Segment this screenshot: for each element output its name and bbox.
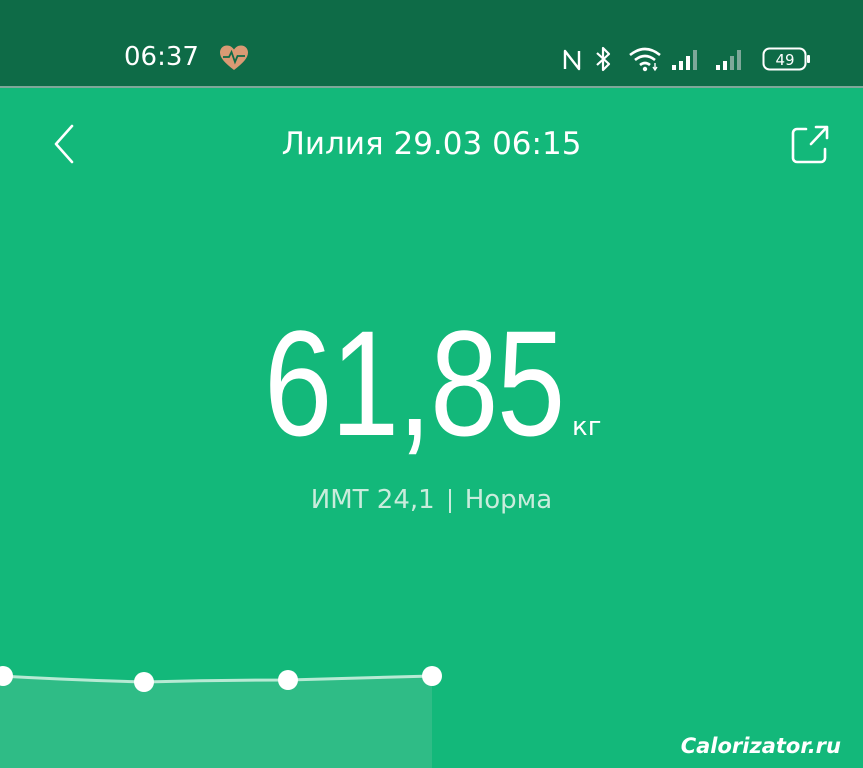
wifi-icon [629, 47, 661, 72]
watermark: Calorizator.ru [680, 734, 841, 758]
bmi-row: ИМТ 24,1 Норма [0, 485, 863, 515]
divider [448, 488, 451, 513]
bmi-status: Норма [464, 485, 553, 515]
status-bar: 06:37 49 [0, 0, 863, 88]
nfc-icon [563, 49, 581, 71]
signal-icon [716, 50, 741, 70]
weight-value: 61,85 [264, 299, 565, 467]
bmi-value: ИМТ 24,1 [310, 485, 435, 515]
status-time: 06:37 [124, 42, 199, 72]
header: Лилия 29.03 06:15 [0, 88, 863, 198]
share-button[interactable] [788, 122, 832, 166]
signal-icon [672, 50, 697, 70]
battery-level: 49 [775, 51, 795, 69]
bluetooth-icon [596, 46, 611, 72]
weight-unit: кг [572, 412, 602, 442]
trend-point[interactable] [134, 672, 154, 692]
trend-point[interactable] [278, 670, 298, 690]
trend-area [0, 676, 432, 768]
trend-point[interactable] [422, 666, 442, 686]
weight-block: 61,85 кг [0, 300, 863, 470]
page-title: Лилия 29.03 06:15 [281, 126, 582, 162]
heart-icon [220, 45, 248, 70]
